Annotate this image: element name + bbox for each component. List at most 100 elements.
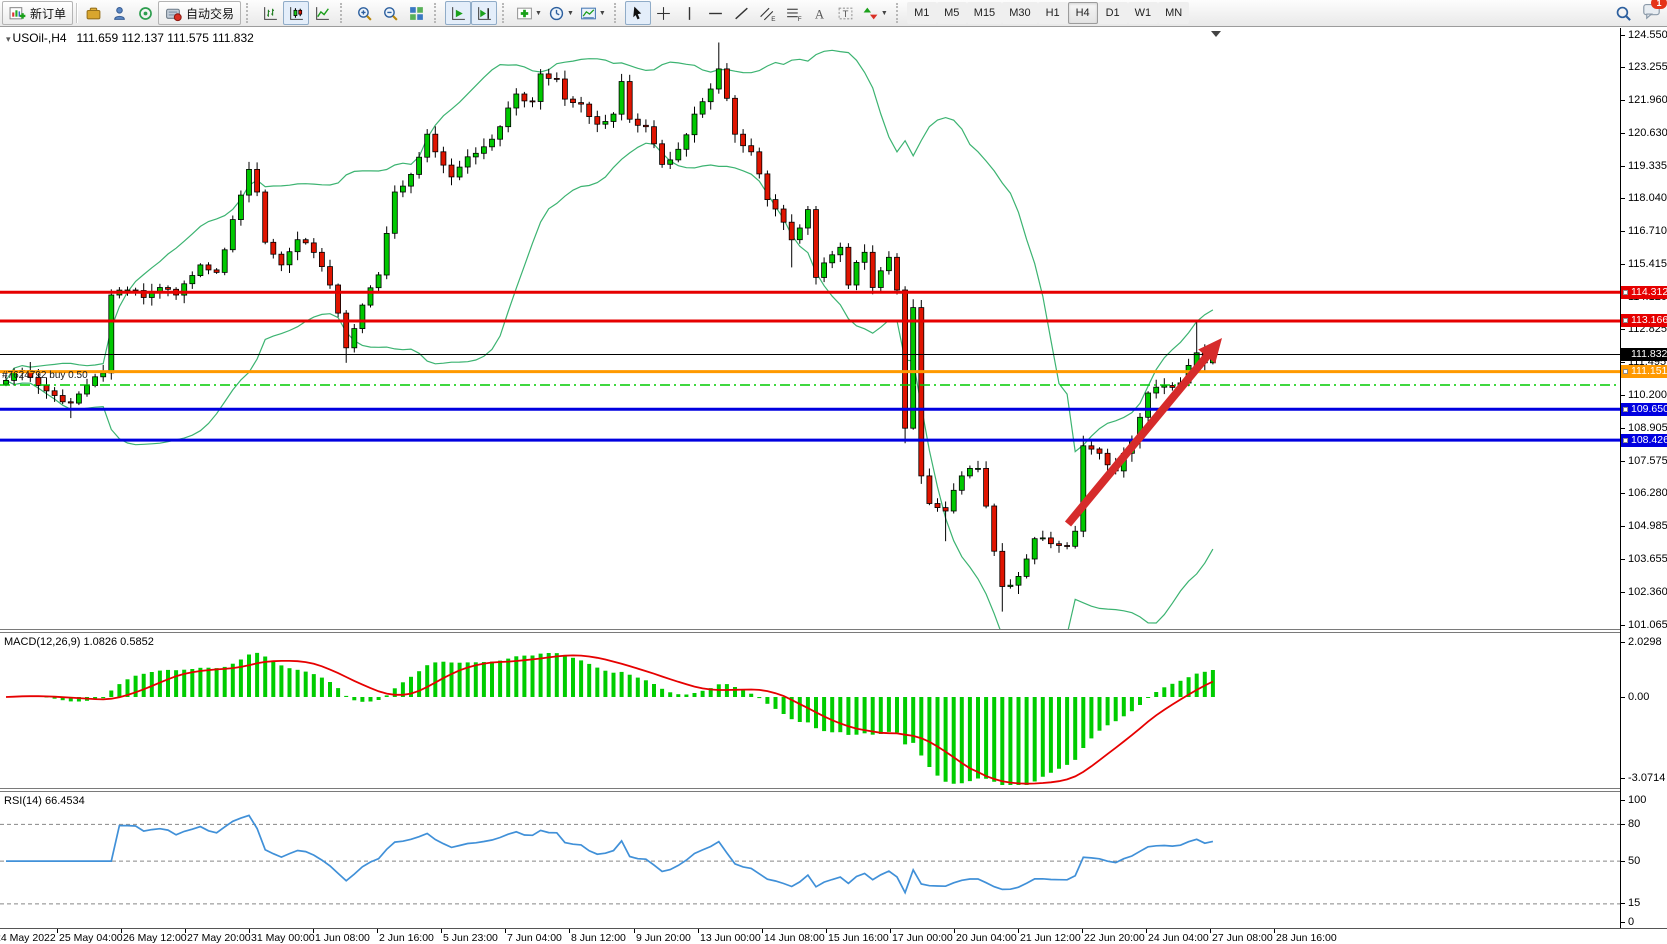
autotrading-label: 自动交易 — [186, 5, 234, 22]
time-tick — [634, 929, 635, 933]
toolbar-grip — [896, 3, 903, 23]
time-tick — [1146, 929, 1147, 933]
one-click-trading-arrow[interactable]: ▾ — [6, 34, 11, 44]
svg-text:T: T — [843, 9, 849, 20]
time-tick-label: 21 Jun 12:00 — [1020, 932, 1081, 944]
channel-tool-button[interactable]: E — [755, 1, 781, 25]
open-order-label[interactable]: #7624792 buy 0.50 — [2, 370, 88, 381]
price-tick-label: 100 — [1628, 794, 1646, 806]
zoom-in-button[interactable] — [351, 1, 377, 25]
indicators-button[interactable]: ▼ — [513, 1, 545, 25]
chart-shift-button[interactable] — [471, 1, 497, 25]
price-tick-label: 123.255 — [1628, 61, 1667, 73]
arrows-tool-button[interactable]: ▼ — [859, 1, 891, 25]
time-tick-label: 22 Jun 20:00 — [1084, 932, 1145, 944]
chat-button[interactable]: 1 — [1642, 1, 1661, 25]
chart-area: ▾USOil-,H4 111.659 112.137 111.575 111.8… — [0, 28, 1667, 944]
periods-button[interactable]: ▼ — [545, 1, 577, 25]
search-button[interactable] — [1610, 1, 1636, 25]
time-tick-label: 20 Jun 04:00 — [956, 932, 1017, 944]
candlestick-chart-button[interactable] — [283, 1, 309, 25]
price-tick-label: 103.655 — [1628, 553, 1667, 565]
zoom-out-button[interactable] — [377, 1, 403, 25]
timeframe-button-h4[interactable]: H4 — [1068, 2, 1098, 24]
templates-button[interactable]: ▼ — [577, 1, 609, 25]
price-tick-label: 2.0298 — [1628, 636, 1662, 648]
svg-text:F: F — [798, 15, 802, 21]
price-line-label: 113.166 — [1621, 314, 1667, 327]
pane-separator[interactable] — [0, 788, 1667, 792]
toolbar-separator — [76, 3, 77, 23]
timeframe-button-m30[interactable]: M30 — [1002, 2, 1037, 24]
timeframe-button-d1[interactable]: D1 — [1098, 2, 1128, 24]
line-chart-button[interactable] — [309, 1, 335, 25]
price-tick-label: 118.040 — [1628, 192, 1667, 204]
price-line-label: 109.650 — [1621, 403, 1667, 416]
mt4-window: 新订单 自动交易 — [0, 0, 1667, 944]
autoscroll-button[interactable] — [445, 1, 471, 25]
dropdown-arrow-icon: ▼ — [535, 10, 542, 17]
price-tick — [1621, 903, 1625, 904]
crosshair-icon — [655, 5, 672, 22]
time-tick — [762, 929, 763, 933]
time-tick — [826, 929, 827, 933]
price-tick-label: 104.985 — [1628, 520, 1667, 532]
time-tick — [249, 929, 250, 933]
price-tick-label: 116.710 — [1628, 225, 1667, 237]
market-watch-button[interactable] — [106, 1, 132, 25]
toolbar-grip — [614, 3, 621, 23]
label-tool-button[interactable]: T — [833, 1, 859, 25]
rsi-pane[interactable] — [0, 792, 1620, 928]
toolbar-right: 1 — [1610, 1, 1661, 25]
timeframe-button-w1[interactable]: W1 — [1128, 2, 1159, 24]
time-tick — [185, 929, 186, 933]
price-tick-label: 107.575 — [1628, 455, 1667, 467]
time-tick — [57, 929, 58, 933]
crosshair-button[interactable] — [651, 1, 677, 25]
autoscroll-icon — [450, 5, 467, 22]
fibonacci-tool-button[interactable]: F — [781, 1, 807, 25]
vertical-line-tool-button[interactable] — [677, 1, 703, 25]
data-window-button[interactable] — [132, 1, 158, 25]
price-axis[interactable]: 124.550123.255121.960120.630119.335118.0… — [1620, 28, 1667, 944]
timeframe-button-m5[interactable]: M5 — [937, 2, 967, 24]
pane-separator[interactable] — [0, 629, 1667, 633]
time-axis[interactable]: 24 May 202225 May 04:0026 May 12:0027 Ma… — [0, 928, 1667, 944]
trendline-icon — [733, 5, 750, 22]
time-tick — [1210, 929, 1211, 933]
symbol-period: USOil-,H4 — [13, 31, 67, 45]
time-tick — [698, 929, 699, 933]
time-tick-label: 13 Jun 00:00 — [700, 932, 761, 944]
timeframe-button-m1[interactable]: M1 — [907, 2, 937, 24]
autotrading-button[interactable]: 自动交易 — [158, 1, 241, 25]
time-tick-label: 15 Jun 16:00 — [828, 932, 889, 944]
profiles-button[interactable] — [80, 1, 106, 25]
price-tick — [1621, 922, 1625, 923]
cursor-button[interactable] — [625, 1, 651, 25]
time-tick-label: 25 May 04:00 — [59, 932, 123, 944]
price-tick-label: -3.0714 — [1628, 772, 1665, 784]
quote-ohlc: 111.659 112.137 111.575 111.832 — [77, 31, 254, 45]
new-order-icon — [9, 5, 26, 22]
horizontal-line-tool-button[interactable] — [703, 1, 729, 25]
time-tick-label: 24 May 2022 — [0, 932, 56, 944]
macd-pane[interactable] — [0, 633, 1620, 788]
time-tick — [1018, 929, 1019, 933]
time-tick-label: 24 Jun 04:00 — [1148, 932, 1209, 944]
timeframe-button-mn[interactable]: MN — [1158, 2, 1189, 24]
main-chart-pane[interactable] — [0, 28, 1620, 630]
timeframe-group: M1M5M15M30H1H4D1W1MN — [907, 2, 1189, 24]
new-order-button[interactable]: 新订单 — [2, 1, 73, 25]
price-tick — [1621, 428, 1625, 429]
bar-chart-icon — [262, 5, 279, 22]
timeframe-button-m15[interactable]: M15 — [967, 2, 1002, 24]
text-tool-button[interactable]: A — [807, 1, 833, 25]
quote-line: ▾USOil-,H4 111.659 112.137 111.575 111.8… — [6, 31, 254, 45]
price-tick-label: 50 — [1628, 855, 1640, 867]
trendline-tool-button[interactable] — [729, 1, 755, 25]
bar-chart-button[interactable] — [257, 1, 283, 25]
timeframe-button-h1[interactable]: H1 — [1038, 2, 1068, 24]
arrows-shapes-icon — [862, 5, 879, 22]
line-anchor-icon — [1623, 407, 1628, 412]
tile-windows-button[interactable] — [403, 1, 429, 25]
